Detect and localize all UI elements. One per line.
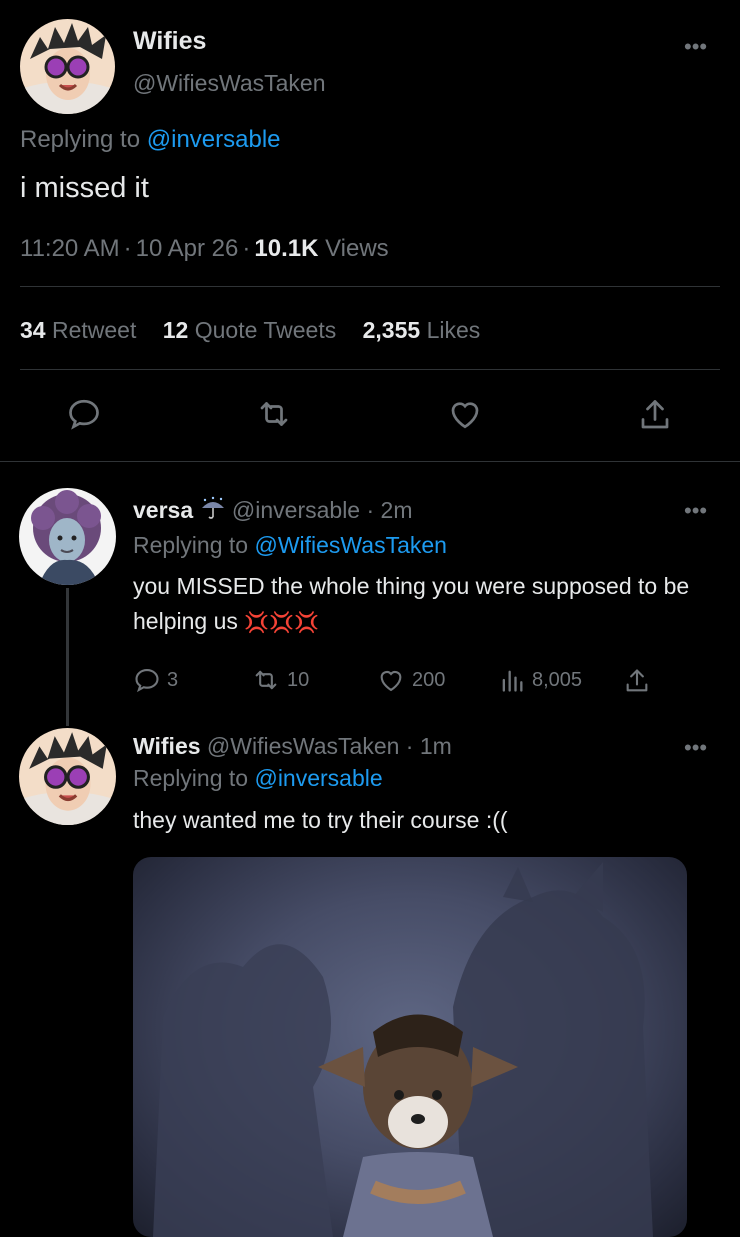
reply-count: 3: [167, 668, 179, 691]
tweet-text: i missed it: [20, 172, 149, 204]
replying-prefix: Replying to: [133, 765, 249, 791]
reply-author-name[interactable]: Wifies: [133, 733, 201, 759]
heart-icon: [380, 670, 402, 692]
author-name[interactable]: Wifies: [133, 27, 206, 56]
retweet-count: 10: [287, 668, 310, 691]
divider: [20, 286, 720, 287]
reply-author-handle[interactable]: @inversable: [232, 497, 360, 523]
reply-button[interactable]: 3: [133, 666, 178, 694]
reply-icon[interactable]: [66, 396, 102, 432]
share-icon[interactable]: [637, 396, 673, 434]
tweet-date[interactable]: 10 Apr 26: [136, 235, 239, 262]
replying-to: Replying to @inversable: [20, 126, 281, 154]
reply-author-name[interactable]: versa: [133, 497, 193, 523]
more-icon[interactable]: •••: [684, 34, 707, 60]
replying-prefix: Replying to: [20, 126, 141, 153]
reply-avatar[interactable]: [19, 728, 116, 825]
likes-stat[interactable]: 2,355 Likes: [363, 317, 481, 343]
views-icon: [502, 670, 523, 692]
tweet-stats: 34 Retweet 12 Quote Tweets 2,355 Likes: [20, 317, 500, 344]
tweet-time[interactable]: 11:20 AM: [20, 235, 120, 262]
reply-icon: [135, 669, 159, 693]
retweet-icon[interactable]: [255, 396, 293, 432]
replying-to: Replying to @WifiesWasTaken: [133, 532, 447, 559]
reply-actions: 3 10 200 8,005: [133, 666, 653, 700]
like-button[interactable]: 200: [376, 666, 445, 694]
thread-line: [66, 588, 69, 726]
more-icon[interactable]: •••: [684, 498, 707, 524]
quotes-stat[interactable]: 12 Quote Tweets: [163, 317, 336, 343]
more-icon[interactable]: •••: [684, 735, 707, 761]
reply-header: Wifies @WifiesWasTaken · 1m: [133, 733, 452, 759]
replying-prefix: Replying to: [133, 532, 249, 558]
replying-handle-link[interactable]: @inversable: [254, 765, 382, 791]
reply-avatar[interactable]: [19, 488, 116, 585]
heart-icon[interactable]: [446, 396, 484, 432]
replying-handle-link[interactable]: @inversable: [147, 126, 281, 153]
anger-emoji: 💢💢💢: [244, 610, 319, 634]
reply-header: versa @inversable · 2m: [133, 496, 413, 526]
reply-text: they wanted me to try their course :((: [133, 807, 508, 833]
divider: [20, 369, 720, 370]
umbrella-icon: [200, 496, 226, 526]
share-icon: [626, 669, 648, 692]
author-handle[interactable]: @WifiesWasTaken: [133, 70, 325, 97]
reply-text: you MISSED the whole thing you were supp…: [133, 569, 713, 640]
divider: [0, 461, 740, 462]
share-button[interactable]: [623, 666, 651, 696]
author-avatar[interactable]: [20, 19, 115, 114]
attached-image[interactable]: [133, 857, 687, 1237]
retweets-stat[interactable]: 34 Retweet: [20, 317, 136, 343]
reply-text-content: you MISSED the whole thing you were supp…: [133, 573, 690, 634]
views-label: Views: [325, 235, 389, 262]
tweet-meta: 11:20 AM · 10 Apr 26 · 10.1K Views: [20, 235, 389, 262]
replying-handle-link[interactable]: @WifiesWasTaken: [254, 532, 446, 558]
retweet-button[interactable]: 10: [251, 666, 309, 694]
like-count: 200: [412, 668, 446, 691]
reply-author-handle[interactable]: @WifiesWasTaken: [207, 733, 399, 759]
views-count: 10.1K: [254, 235, 319, 262]
views-button[interactable]: 8,005: [498, 666, 582, 694]
views-count: 8,005: [532, 668, 583, 691]
retweet-icon: [255, 670, 277, 690]
reply-time[interactable]: 1m: [420, 733, 452, 759]
replying-to: Replying to @inversable: [133, 765, 383, 792]
reply-time[interactable]: 2m: [381, 497, 413, 523]
